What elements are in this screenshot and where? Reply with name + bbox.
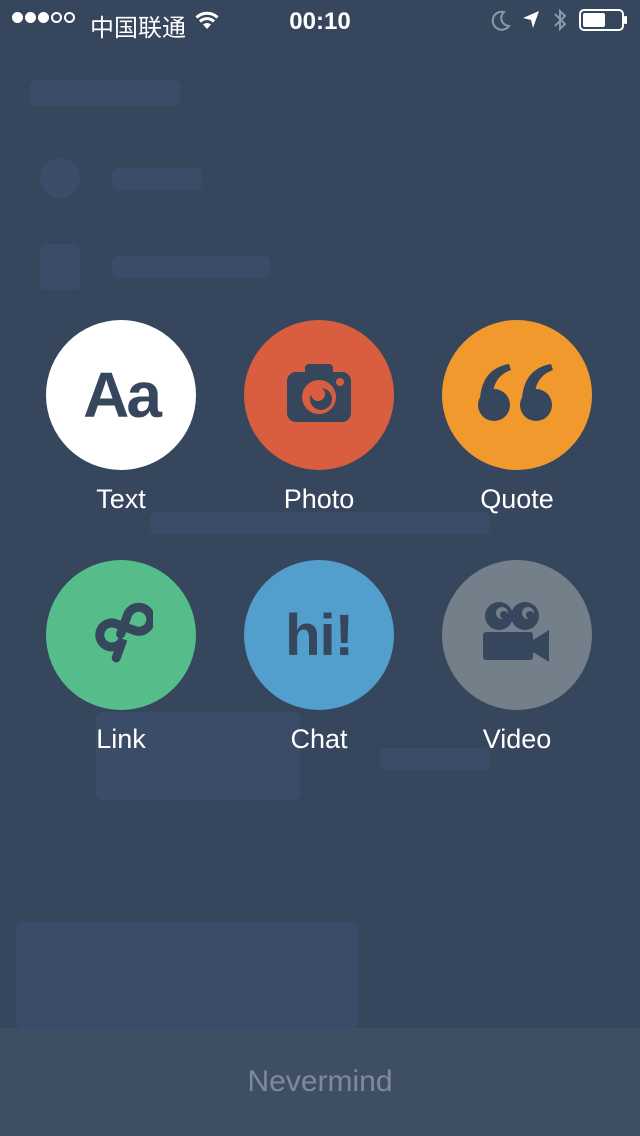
post-type-label: Video <box>482 724 552 754</box>
nevermind-label: Nevermind <box>247 1065 393 1098</box>
quote-circle[interactable] <box>442 320 592 470</box>
link-icon <box>89 598 156 673</box>
post-type-link-button[interactable]: Link <box>46 560 196 756</box>
background-row <box>112 168 202 190</box>
bluetooth-icon <box>552 7 568 38</box>
battery-icon <box>579 9 629 36</box>
background-row <box>30 80 180 106</box>
camera-icon <box>285 362 353 429</box>
location-arrow-icon <box>521 9 541 36</box>
text-circle[interactable]: Aa <box>46 320 196 470</box>
photo-circle[interactable] <box>244 320 394 470</box>
post-type-label: Chat <box>290 724 348 754</box>
background-row <box>16 922 358 1028</box>
text-icon: Aa <box>83 359 162 431</box>
link-circle[interactable] <box>46 560 196 710</box>
post-type-quote-button[interactable]: Quote <box>442 320 592 516</box>
post-type-label: Link <box>96 724 146 754</box>
post-type-chat-button[interactable]: hi! Chat <box>244 560 394 756</box>
post-type-text-button[interactable]: Aa Text <box>46 320 196 516</box>
background-row <box>40 244 80 290</box>
chat-icon: hi! <box>285 602 354 668</box>
post-type-label: Text <box>96 484 146 514</box>
moon-icon <box>490 9 512 36</box>
post-type-label: Quote <box>480 484 554 514</box>
post-type-photo-button[interactable]: Photo <box>244 320 394 516</box>
background-row <box>40 158 80 198</box>
post-type-label: Photo <box>283 484 355 514</box>
chat-circle[interactable]: hi! <box>244 560 394 710</box>
video-camera-icon <box>481 600 553 671</box>
video-circle[interactable] <box>442 560 592 710</box>
nevermind-button[interactable]: Nevermind <box>0 1028 640 1136</box>
status-bar: 中国联通 00:10 <box>0 0 640 42</box>
status-time: 00:10 <box>289 8 351 35</box>
quote-icon <box>477 362 557 429</box>
post-type-video-button[interactable]: Video <box>442 560 592 756</box>
background-row <box>112 256 270 278</box>
